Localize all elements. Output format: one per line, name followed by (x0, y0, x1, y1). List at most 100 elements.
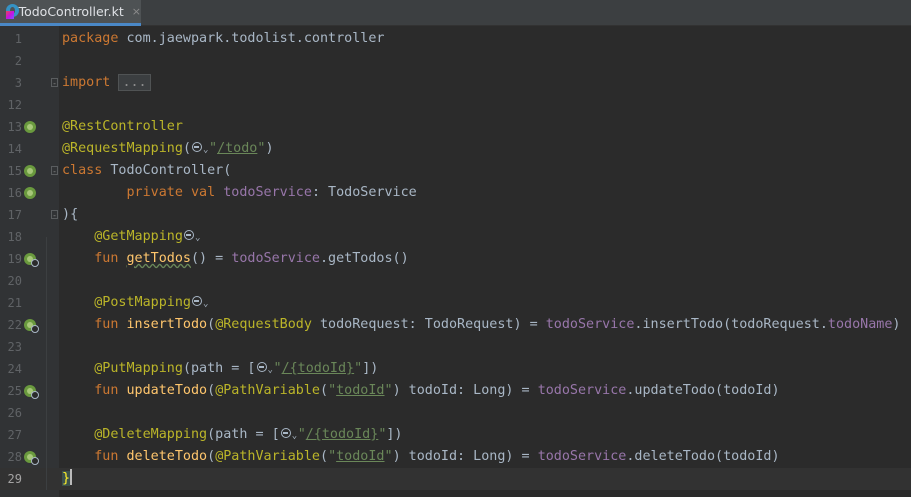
code-text: @GetMapping ⌄ (62, 226, 201, 248)
code-token: ) (892, 317, 901, 332)
spring-bean-icon[interactable] (24, 186, 38, 200)
code-line[interactable]: 16 private val todoService: TodoService (0, 182, 911, 204)
code-text: package com.jaewpark.todolist.controller (62, 28, 384, 50)
code-token: " (209, 141, 218, 156)
web-endpoint-icon[interactable]: ⌄ (183, 229, 201, 243)
code-text: class TodoController( (62, 160, 231, 182)
code-line[interactable]: 24 @PutMapping(path = [⌄ "/{todoId}"]) (0, 358, 911, 380)
fold-toggle-icon[interactable]: - (51, 166, 58, 176)
code-token: ) todoId: Long) = (392, 383, 538, 398)
code-token: (path = [ (182, 361, 256, 376)
code-text: @RestController (62, 116, 183, 138)
code-token: @RequestMapping (62, 141, 183, 156)
code-text: @PostMapping ⌄ (62, 292, 209, 314)
code-line[interactable]: 23 (0, 336, 911, 358)
code-line[interactable]: 12 (0, 94, 911, 116)
tab-todocontroller[interactable]: TodoController.kt × (0, 0, 141, 26)
code-line[interactable]: 26 (0, 402, 911, 424)
code-token: /todo (217, 141, 258, 156)
line-number: 12 (7, 98, 22, 112)
code-token: ( (182, 141, 191, 156)
code-token: com.jaewpark.todolist.controller (118, 31, 385, 46)
line-number: 27 (7, 428, 22, 442)
code-line[interactable]: 25 fun updateTodo(@PathVariable("todoId"… (0, 380, 911, 402)
code-token: getTodos (126, 251, 192, 266)
line-number: 18 (7, 230, 22, 244)
code-token: @RestController (62, 119, 183, 134)
code-token: fun (94, 449, 119, 464)
line-number: 1 (14, 32, 22, 46)
code-line[interactable]: 17 -){ (0, 204, 911, 226)
code-token: import (62, 75, 111, 90)
line-number: 28 (7, 450, 22, 464)
code-token: /{todoId} (305, 427, 379, 442)
line-number: 3 (14, 76, 22, 90)
code-token: fun (94, 251, 119, 266)
code-token: deleteTodo (126, 449, 208, 464)
code-line[interactable]: 20 (0, 270, 911, 292)
line-number: 16 (7, 186, 22, 200)
code-line[interactable]: 29} (0, 468, 911, 490)
code-line[interactable]: 28 fun deleteTodo(@PathVariable("todoId"… (0, 446, 911, 468)
web-endpoint-icon[interactable]: ⌄ (191, 141, 209, 155)
web-endpoint-icon[interactable]: ⌄ (256, 361, 274, 375)
spring-web-icon[interactable] (24, 384, 39, 399)
tab-close-icon[interactable]: × (132, 5, 141, 18)
code-line[interactable]: 19 fun getTodos() = todoService.getTodos… (0, 248, 911, 270)
fold-toggle-icon[interactable]: - (51, 210, 58, 220)
code-line[interactable]: 2 (0, 50, 911, 72)
fold-toggle-icon[interactable]: - (51, 78, 58, 88)
code-token: /{todoId} (281, 361, 355, 376)
code-token: class (62, 163, 103, 178)
code-token: todoId (336, 383, 385, 398)
code-line[interactable]: 13 @RestController (0, 116, 911, 138)
code-token: .insertTodo(todoRequest. (634, 317, 828, 332)
code-token: : TodoService (311, 185, 417, 200)
spring-bean-icon[interactable] (24, 164, 38, 178)
spring-web-icon[interactable] (24, 450, 39, 465)
code-line[interactable]: 15 - class TodoController( (0, 160, 911, 182)
code-line[interactable]: 21 @PostMapping ⌄ (0, 292, 911, 314)
code-token: insertTodo (126, 317, 208, 332)
code-token: ( (320, 449, 329, 464)
tab-title: TodoController.kt (18, 4, 124, 19)
code-token: @GetMapping (94, 229, 183, 244)
web-endpoint-icon[interactable]: ⌄ (191, 295, 209, 309)
code-text: } (62, 468, 73, 490)
code-line[interactable]: 27 @DeleteMapping(path = [⌄ "/{todoId}"]) (0, 424, 911, 446)
code-token: ]) (362, 361, 379, 376)
code-token: { (70, 207, 79, 222)
web-endpoint-icon[interactable]: ⌄ (280, 427, 298, 441)
code-text: import ... (62, 72, 151, 94)
code-token: private val (126, 185, 216, 200)
code-token: .updateTodo(todoId) (626, 383, 780, 398)
code-line[interactable]: 18 @GetMapping ⌄ (0, 226, 911, 248)
spring-bean-icon[interactable] (24, 120, 38, 134)
code-text: fun getTodos() = todoService.getTodos() (62, 248, 408, 270)
code-line[interactable]: 1 package com.jaewpark.todolist.controlle… (0, 28, 911, 50)
line-number: 22 (7, 318, 22, 332)
line-number: 25 (7, 384, 22, 398)
line-number: 23 (7, 340, 22, 354)
spring-web-icon[interactable] (24, 318, 39, 333)
code-token: ) (265, 141, 274, 156)
folded-imports[interactable]: ... (118, 74, 151, 91)
code-line[interactable]: 14 @RequestMapping(⌄ "/todo") (0, 138, 911, 160)
code-token: " (328, 449, 337, 464)
code-line[interactable]: 22 fun insertTodo(@RequestBody todoReque… (0, 314, 911, 336)
spring-web-icon[interactable] (24, 252, 39, 267)
code-token: .deleteTodo(todoId) (626, 449, 780, 464)
code-token: todoService (537, 449, 627, 464)
code-line[interactable]: 3 - import ... (0, 72, 911, 94)
code-token: todoId (336, 449, 385, 464)
code-token: @RequestBody (215, 317, 312, 332)
code-token: ( (207, 449, 216, 464)
